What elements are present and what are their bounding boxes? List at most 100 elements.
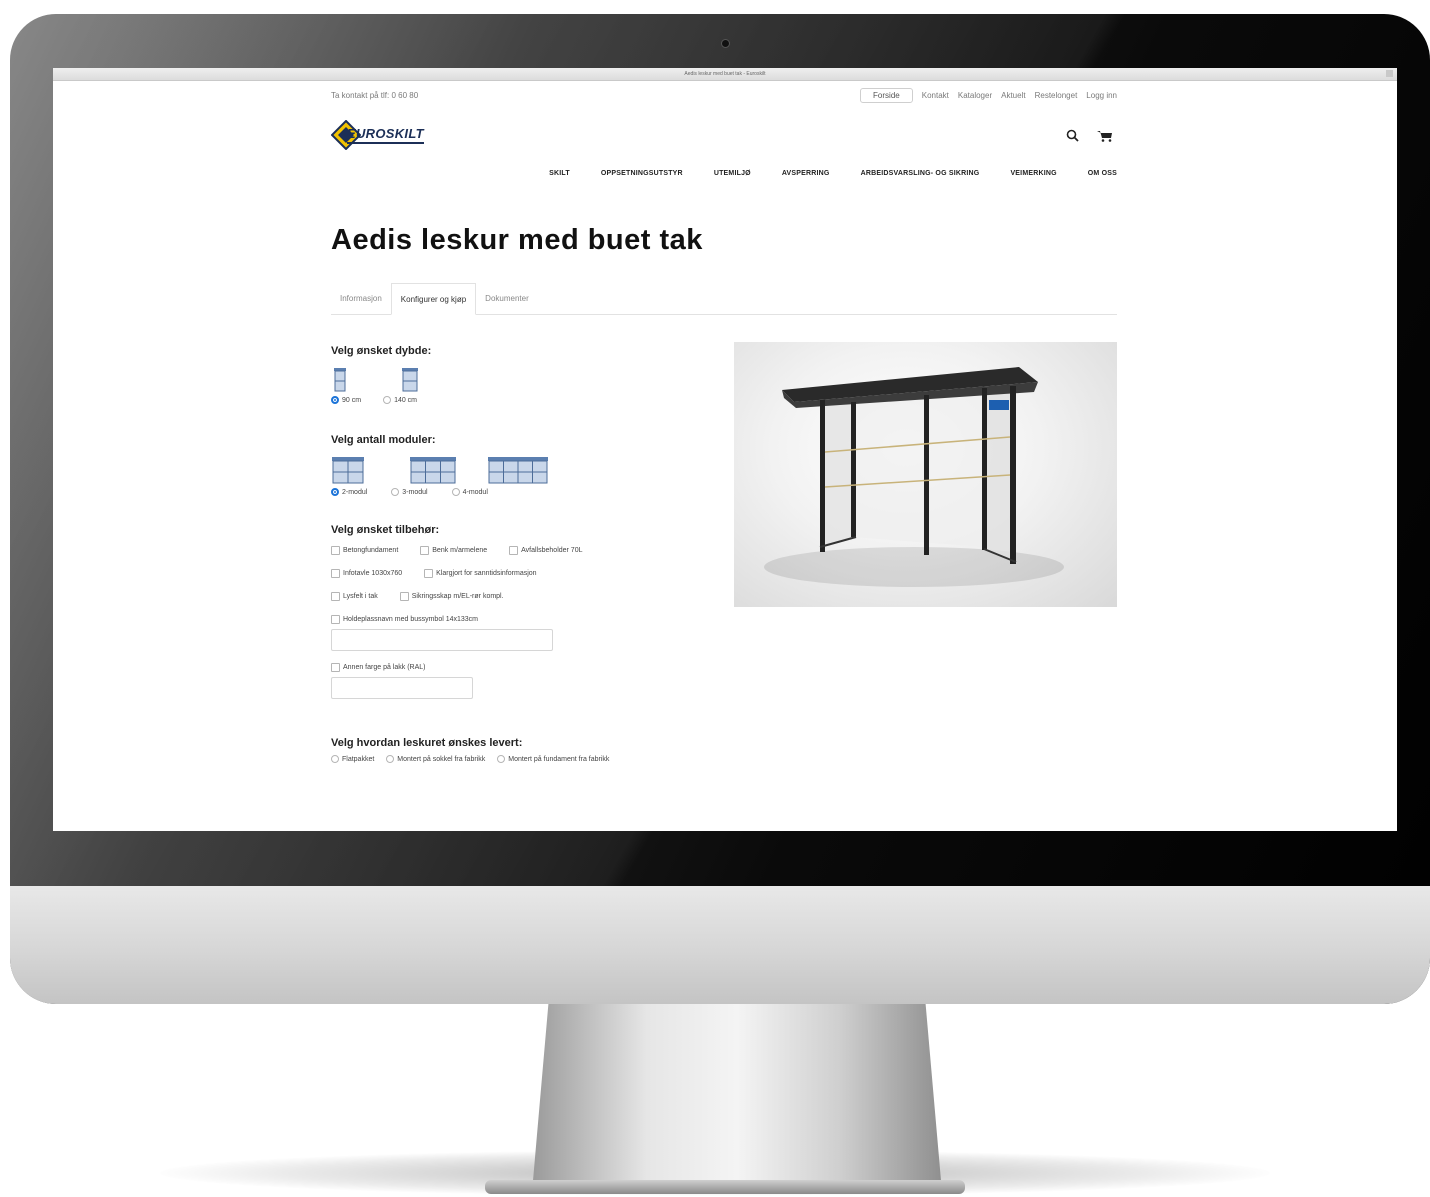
radio[interactable] bbox=[391, 488, 400, 496]
checkbox[interactable] bbox=[331, 569, 340, 578]
depth-option-90[interactable]: 90 cm bbox=[331, 396, 361, 404]
screen: Aedis leskur med buet tak - Euroskilt Ta… bbox=[53, 68, 1397, 831]
radio[interactable] bbox=[451, 488, 460, 496]
radio[interactable] bbox=[386, 755, 395, 763]
holdeplassnavn-input[interactable] bbox=[331, 629, 553, 651]
link-kataloger[interactable]: Kataloger bbox=[958, 91, 992, 100]
accessory-sikringsskap[interactable]: Sikringsskap m/EL-rør kompl. bbox=[399, 592, 504, 601]
tab-dokumenter[interactable]: Dokumenter bbox=[476, 283, 538, 314]
radio-selected[interactable] bbox=[331, 488, 339, 496]
nav-item-skilt[interactable]: SKILT bbox=[549, 170, 570, 177]
accessory-betongfundament[interactable]: Betongfundament bbox=[331, 546, 398, 555]
checkbox[interactable] bbox=[509, 546, 519, 555]
modules-heading: Velg antall moduler: bbox=[331, 434, 436, 446]
nav-item-veimerking[interactable]: VEIMERKING bbox=[1010, 170, 1056, 177]
checkbox-label: Lysfelt i tak bbox=[343, 593, 378, 600]
nav-item-om-oss[interactable]: OM OSS bbox=[1088, 170, 1117, 177]
accessory-row: Annen farge på lakk (RAL) bbox=[331, 663, 731, 672]
module-4-thumbnail[interactable] bbox=[487, 456, 549, 484]
module-options: 2-modul 3-modul 4-modul bbox=[331, 488, 731, 496]
checkbox[interactable] bbox=[331, 663, 340, 672]
checkbox[interactable] bbox=[331, 592, 340, 601]
bus-shelter-illustration bbox=[764, 367, 1064, 587]
product-image bbox=[734, 342, 1117, 607]
module-option-4[interactable]: 4-modul bbox=[451, 488, 488, 496]
accessory-benk[interactable]: Benk m/armelene bbox=[420, 546, 487, 555]
accessory-avfallsbeholder[interactable]: Avfallsbeholder 70L bbox=[509, 546, 582, 555]
monitor-stand bbox=[532, 1004, 942, 1192]
depth-90-thumbnail[interactable] bbox=[333, 367, 347, 392]
checkbox-label: Sikringsskap m/EL-rør kompl. bbox=[411, 593, 504, 600]
window-close-button[interactable] bbox=[1386, 70, 1393, 77]
checkbox[interactable] bbox=[420, 546, 430, 555]
nav-item-oppsetningsutstyr[interactable]: OPPSETNINGSUTSTYR bbox=[601, 170, 683, 177]
accessory-ral-color[interactable]: Annen farge på lakk (RAL) bbox=[331, 663, 426, 672]
depth-140-thumbnail[interactable] bbox=[401, 367, 419, 392]
page-title: Aedis leskur med buet tak bbox=[331, 224, 703, 256]
checkbox[interactable] bbox=[331, 546, 340, 555]
main-nav: SKILT OPPSETNINGSUTSTYR UTEMILJØ AVSPERR… bbox=[331, 160, 1117, 186]
accessory-holdeplassnavn[interactable]: Holdeplassnavn med bussymbol 14x133cm bbox=[331, 615, 478, 624]
delivery-option-label: Montert på fundament fra fabrikk bbox=[508, 755, 610, 763]
ral-color-input[interactable] bbox=[331, 677, 473, 699]
bus-stop-sign bbox=[989, 400, 1009, 410]
module-2-thumbnail[interactable] bbox=[331, 456, 365, 484]
depth-option-label: 90 cm bbox=[342, 396, 362, 404]
accessory-infotavle[interactable]: Infotavle 1030x760 bbox=[331, 569, 402, 578]
radio-selected[interactable] bbox=[331, 396, 339, 404]
checkbox-label: Avfallsbeholder 70L bbox=[521, 547, 583, 554]
top-bar: Ta kontakt på tlf: 0 60 80 Forside Konta… bbox=[331, 80, 1117, 110]
module-option-label: 4-modul bbox=[462, 488, 488, 496]
module-option-label: 3-modul bbox=[402, 488, 428, 496]
search-icon[interactable] bbox=[1066, 129, 1079, 142]
camera-icon bbox=[721, 39, 730, 48]
accessory-sanntid[interactable]: Klargjort for sanntidsinformasjon bbox=[424, 569, 537, 578]
module-option-label: 2-modul bbox=[342, 488, 368, 496]
logo-text: EUROSKILT bbox=[347, 126, 424, 144]
config-form: Velg ønsket dybde: 90 cm 140 cm Velg ant… bbox=[331, 345, 731, 763]
module-thumbnails bbox=[331, 456, 731, 484]
link-restelonget[interactable]: Restelonget bbox=[1035, 91, 1078, 100]
checkbox[interactable] bbox=[399, 592, 409, 601]
top-links: Forside Kontakt Kataloger Aktuelt Restel… bbox=[860, 87, 1117, 103]
accessory-row: Lysfelt i tak Sikringsskap m/EL-rør komp… bbox=[331, 592, 731, 601]
accessory-row: Infotavle 1030x760 Klargjort for sanntid… bbox=[331, 569, 731, 578]
radio[interactable] bbox=[383, 396, 392, 404]
configurator: Velg ønsket dybde: 90 cm 140 cm Velg ant… bbox=[331, 342, 1117, 825]
accessory-row: Holdeplassnavn med bussymbol 14x133cm bbox=[331, 615, 731, 624]
module-option-2[interactable]: 2-modul bbox=[331, 488, 367, 496]
web-page: Ta kontakt på tlf: 0 60 80 Forside Konta… bbox=[331, 80, 1117, 825]
depth-option-140[interactable]: 140 cm bbox=[383, 396, 417, 404]
checkbox-label: Annen farge på lakk (RAL) bbox=[343, 664, 426, 671]
checkbox[interactable] bbox=[331, 615, 340, 624]
link-forside[interactable]: Forside bbox=[860, 87, 913, 103]
radio[interactable] bbox=[331, 755, 339, 763]
delivery-option-fundament[interactable]: Montert på fundament fra fabrikk bbox=[497, 755, 609, 763]
module-option-3[interactable]: 3-modul bbox=[391, 488, 428, 496]
tab-informasjon[interactable]: Informasjon bbox=[331, 283, 391, 314]
nav-item-avsperring[interactable]: AVSPERRING bbox=[782, 170, 830, 177]
link-kontakt[interactable]: Kontakt bbox=[922, 91, 949, 100]
delivery-options: Flatpakket Montert på sokkel fra fabrikk… bbox=[331, 755, 731, 763]
cart-icon[interactable] bbox=[1097, 129, 1113, 142]
nav-item-arbeidsvarsling[interactable]: ARBEIDSVARSLING- OG SIKRING bbox=[861, 170, 980, 177]
product-tabs: Informasjon Konfigurer og kjøp Dokumente… bbox=[331, 283, 1117, 315]
radio[interactable] bbox=[497, 755, 506, 763]
delivery-option-sokkel[interactable]: Montert på sokkel fra fabrikk bbox=[386, 755, 485, 763]
delivery-option-label: Montert på sokkel fra fabrikk bbox=[397, 755, 486, 763]
link-aktuelt[interactable]: Aktuelt bbox=[1001, 91, 1025, 100]
delivery-option-label: Flatpakket bbox=[342, 755, 375, 763]
accessory-row: Betongfundament Benk m/armelene Avfallsb… bbox=[331, 546, 731, 555]
delivery-option-flatpakket[interactable]: Flatpakket bbox=[331, 755, 374, 763]
link-logg-inn[interactable]: Logg inn bbox=[1086, 91, 1117, 100]
checkbox[interactable] bbox=[424, 569, 434, 578]
depth-heading: Velg ønsket dybde: bbox=[331, 345, 432, 357]
accessory-lysfelt[interactable]: Lysfelt i tak bbox=[331, 592, 378, 601]
brand-row: EUROSKILT bbox=[331, 110, 1117, 160]
nav-item-utemiljo[interactable]: UTEMILJØ bbox=[714, 170, 751, 177]
checkbox-label: Benk m/armelene bbox=[432, 547, 488, 554]
window-title: Aedis leskur med buet tak - Euroskilt bbox=[684, 71, 766, 77]
euroskilt-logo[interactable]: EUROSKILT bbox=[331, 120, 424, 150]
tab-konfigurer[interactable]: Konfigurer og kjøp bbox=[390, 283, 477, 315]
module-3-thumbnail[interactable] bbox=[409, 456, 457, 484]
